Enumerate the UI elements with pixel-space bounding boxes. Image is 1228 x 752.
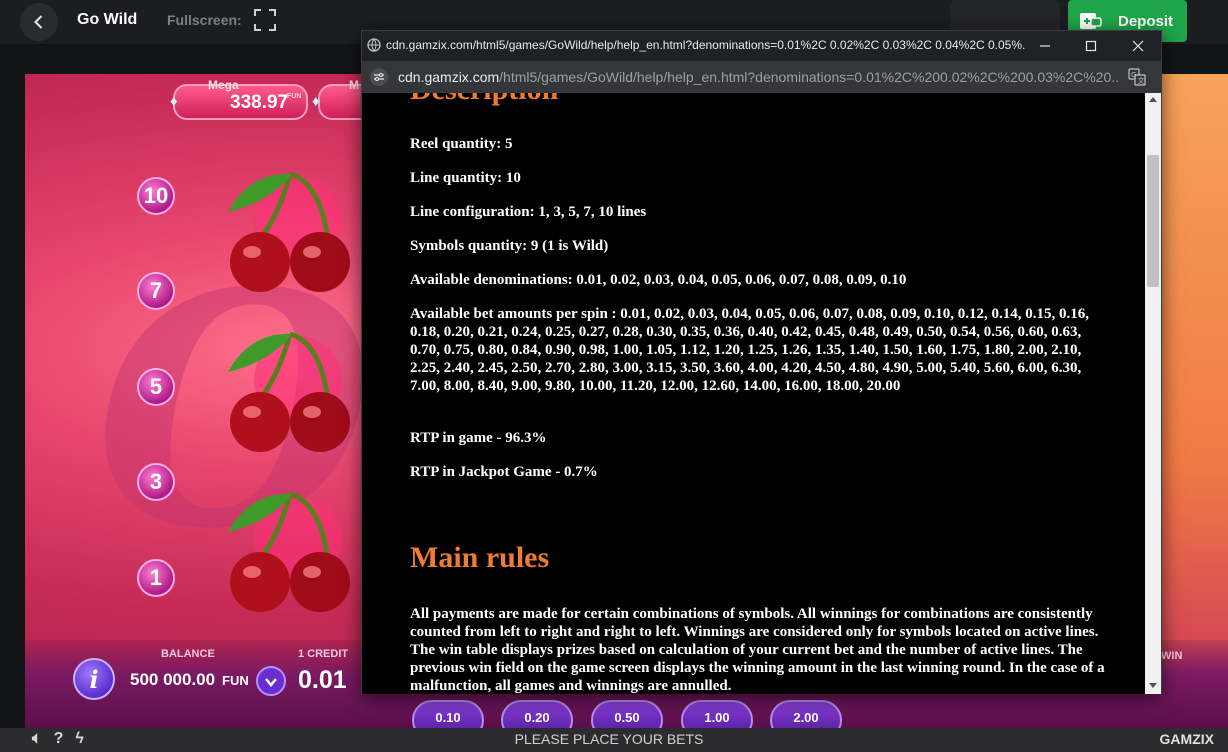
help-popup-window: cdn.gamzix.com/html5/games/GoWild/help/h… xyxy=(361,30,1162,694)
game-background-right xyxy=(1160,74,1228,728)
vertical-scrollbar[interactable] xyxy=(1145,93,1161,694)
bet-option[interactable]: 1.00 xyxy=(681,700,753,728)
info-button[interactable]: i xyxy=(73,658,115,700)
rtp-jackpot: RTP in Jackpot Game - 0.7% xyxy=(410,464,598,480)
jackpot-mega-label: Mega xyxy=(208,78,239,92)
deposit-label: Deposit xyxy=(1118,12,1174,30)
balance-label: BALANCE xyxy=(161,648,215,660)
maximize-icon xyxy=(1085,40,1097,52)
description-heading: Description xyxy=(410,93,558,107)
line-configuration: Line configuration: 1, 3, 5, 7, 10 lines xyxy=(410,204,647,220)
symbols-quantity: Symbols quantity: 9 (1 is Wild) xyxy=(410,238,609,254)
line-indicator-5[interactable]: 5 xyxy=(137,368,175,406)
help-content[interactable]: Description Reel quantity: 5 Line quanti… xyxy=(362,93,1145,694)
popup-title: cdn.gamzix.com/html5/games/GoWild/help/h… xyxy=(386,38,1026,52)
main-rules-heading: Main rules xyxy=(410,541,550,574)
credit-dropdown-button[interactable] xyxy=(256,666,286,696)
line-indicator-1[interactable]: 1 xyxy=(137,559,175,597)
diamond-icon: ♦ xyxy=(312,93,320,110)
back-button[interactable] xyxy=(20,3,58,41)
svg-text:G: G xyxy=(1131,71,1136,79)
popup-titlebar: cdn.gamzix.com/html5/games/GoWild/help/h… xyxy=(362,31,1161,61)
fullscreen-label: Fullscreen: xyxy=(167,12,242,28)
balance-value: 500 000.00 xyxy=(130,670,216,689)
chevron-left-icon xyxy=(34,15,43,29)
jackpot-second-label: M xyxy=(349,78,359,92)
jackpot-mega-value: 338.97 xyxy=(230,92,289,113)
line-indicator-10[interactable]: 10 xyxy=(137,177,175,215)
available-bet-amounts: Available bet amounts per spin : 0.01, 0… xyxy=(410,306,1090,394)
scroll-up-arrow-icon[interactable] xyxy=(1149,97,1157,102)
bet-option[interactable]: 0.10 xyxy=(412,700,484,728)
address-bar[interactable]: cdn.gamzix.com/html5/games/GoWild/help/h… xyxy=(362,61,1161,93)
close-button[interactable] xyxy=(1115,31,1161,61)
provider-logo: GAMZIX xyxy=(1159,731,1214,747)
line-indicator-7[interactable]: 7 xyxy=(137,272,175,310)
available-denominations: Available denominations: 0.01, 0.02, 0.0… xyxy=(410,272,907,288)
minimize-icon xyxy=(1040,45,1050,47)
chevron-down-icon xyxy=(265,678,277,687)
rtp-game: RTP in game - 96.3% xyxy=(410,430,547,446)
diamond-icon: ♦ xyxy=(170,93,178,110)
address-path: /html5/games/GoWild/help/help_en.html?de… xyxy=(499,69,1118,85)
bet-option[interactable]: 0.20 xyxy=(501,700,573,728)
credit-label: 1 CREDIT xyxy=(298,648,349,660)
win-label: WIN xyxy=(1161,650,1183,662)
fullscreen-icon[interactable] xyxy=(253,8,277,32)
main-rules-text: All payments are made for certain combin… xyxy=(410,606,1105,694)
globe-icon xyxy=(367,38,381,52)
site-settings-icon[interactable] xyxy=(369,67,389,87)
minimize-button[interactable] xyxy=(1022,31,1068,61)
line-indicator-3[interactable]: 3 xyxy=(137,463,175,501)
jackpot-mega-unit: FUN xyxy=(287,93,302,100)
footer-bar: 🔈︎ ? ϟ PLEASE PLACE YOUR BETS GAMZIX xyxy=(0,728,1228,752)
address-host: cdn.gamzix.com xyxy=(398,69,500,85)
balance-unit: FUN xyxy=(222,673,249,688)
scroll-thumb[interactable] xyxy=(1147,155,1159,287)
game-title: Go Wild xyxy=(77,11,138,28)
reel-quantity: Reel quantity: 5 xyxy=(410,136,513,152)
translate-icon[interactable]: G 文 xyxy=(1128,68,1146,86)
maximize-button[interactable] xyxy=(1068,31,1114,61)
svg-text:文: 文 xyxy=(1138,76,1145,85)
cherry-symbol-icon xyxy=(228,171,350,292)
cherry-symbol-icon xyxy=(228,491,350,612)
status-message: PLEASE PLACE YOUR BETS xyxy=(514,731,704,747)
cherry-symbol-icon xyxy=(228,331,350,452)
scroll-down-arrow-icon[interactable] xyxy=(1149,683,1157,688)
close-icon xyxy=(1132,40,1144,52)
address-url[interactable]: cdn.gamzix.com/html5/games/GoWild/help/h… xyxy=(398,69,1118,85)
line-quantity: Line quantity: 10 xyxy=(410,170,521,186)
bet-option[interactable]: 0.50 xyxy=(591,700,663,728)
bet-option[interactable]: 2.00 xyxy=(770,700,842,728)
credit-value: 0.01 xyxy=(298,666,347,694)
